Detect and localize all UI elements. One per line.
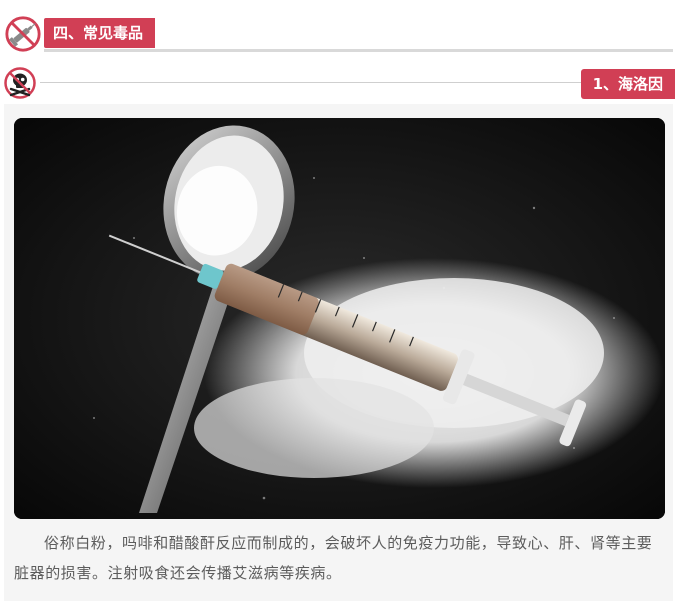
drug-description: 俗称白粉，吗啡和醋酸酐反应而制成的，会破坏人的免疫力功能，导致心、肝、肾等主要脏… <box>14 534 653 582</box>
content-card: 俗称白粉，吗啡和醋酸酐反应而制成的，会破坏人的免疫力功能，导致心、肝、肾等主要脏… <box>4 104 673 601</box>
heroin-photo <box>14 118 665 519</box>
subsection-header: 1、海洛因 <box>0 62 677 102</box>
subsection-title: 1、海洛因 <box>580 69 675 99</box>
section-divider <box>44 49 673 52</box>
section-title: 四、常见毒品 <box>44 18 156 48</box>
heroin-syringe-spoon-image <box>14 118 665 519</box>
subsection-divider <box>40 82 585 83</box>
skull-crossbones-icon <box>4 67 36 99</box>
section-header: 四、常见毒品 <box>0 0 677 56</box>
no-drugs-icon <box>5 16 41 52</box>
